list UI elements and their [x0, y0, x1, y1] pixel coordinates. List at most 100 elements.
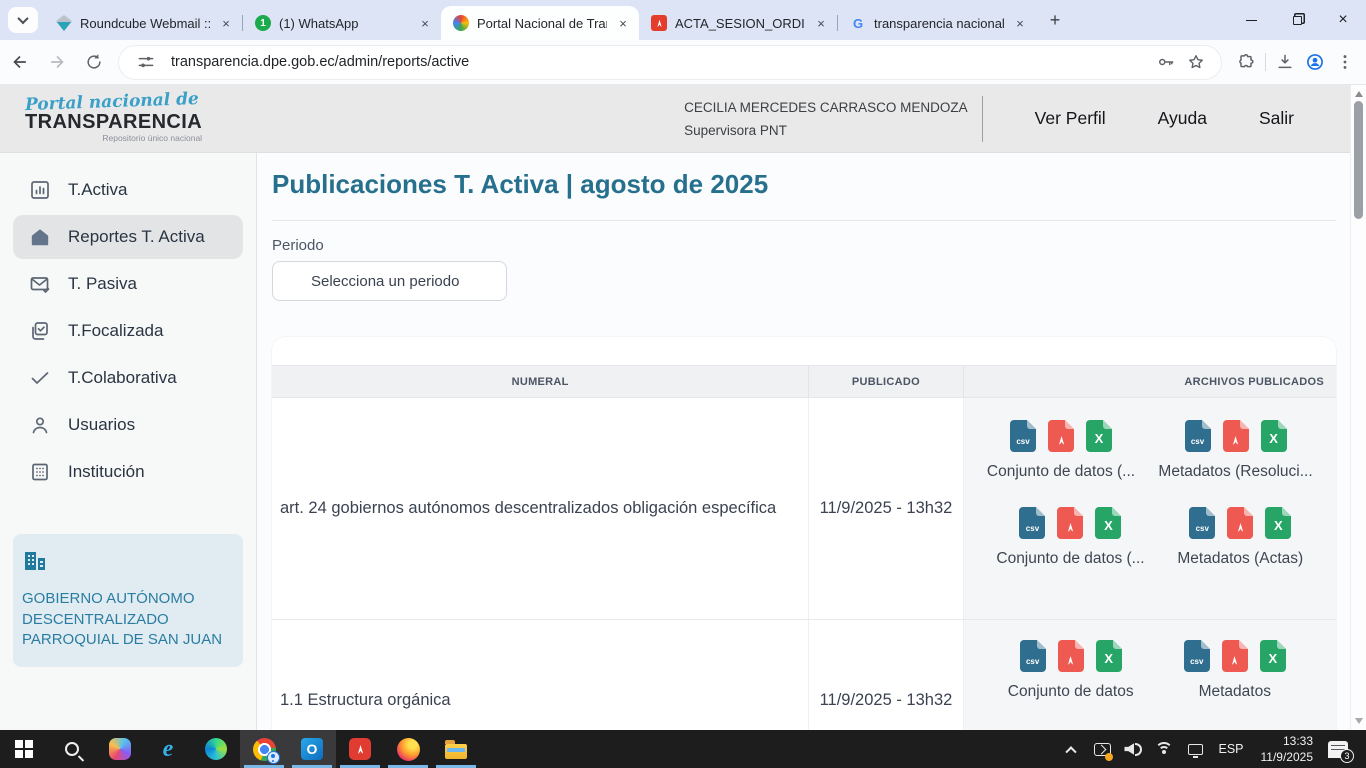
csv-file-icon[interactable]: csv — [1010, 420, 1036, 452]
period-select-value: Selecciona un periodo — [311, 273, 459, 290]
menu-dots-icon[interactable] — [1330, 47, 1360, 77]
maximize-button[interactable] — [1274, 0, 1320, 40]
chrome-icon — [253, 738, 276, 761]
excel-file-icon[interactable]: X — [1086, 420, 1112, 452]
close-window-button[interactable] — [1320, 0, 1366, 40]
system-tray: ESP 13:33 11/9/2025 3 — [1059, 730, 1366, 768]
csv-file-icon[interactable]: csv — [1189, 507, 1215, 539]
close-tab-icon[interactable] — [615, 15, 631, 31]
csv-file-icon[interactable]: csv — [1019, 507, 1045, 539]
sidebar-item-reportes-t-activa[interactable]: Reportes T. Activa — [13, 215, 243, 259]
tab-google-search[interactable]: G transparencia nacional 2.0 - — [838, 6, 1036, 40]
excel-glyph: X — [1095, 431, 1104, 446]
excel-file-icon[interactable]: X — [1261, 420, 1287, 452]
file-group[interactable]: csv X Metadatos (Actas) — [1177, 507, 1303, 568]
taskbar-copilot-button[interactable] — [96, 730, 144, 768]
close-tab-icon[interactable] — [813, 15, 829, 31]
tab-portal-active[interactable]: Portal Nacional de Transpare — [441, 6, 639, 40]
link-salir[interactable]: Salir — [1259, 108, 1294, 129]
pdf-file-icon[interactable] — [1227, 507, 1253, 539]
pdf-file-icon[interactable] — [1048, 420, 1074, 452]
scroll-up-icon[interactable] — [1355, 91, 1363, 97]
sidebar-item-t-pasiva[interactable]: T. Pasiva — [13, 262, 243, 306]
edge-icon — [205, 738, 227, 760]
clock-time: 13:33 — [1261, 733, 1314, 749]
copilot-icon — [109, 738, 131, 760]
link-ver-perfil[interactable]: Ver Perfil — [1035, 108, 1106, 129]
close-tab-icon[interactable] — [1012, 15, 1028, 31]
taskbar-search-button[interactable] — [48, 730, 96, 768]
taskbar-firefox-button[interactable] — [384, 730, 432, 768]
language-indicator[interactable]: ESP — [1214, 742, 1247, 756]
downloads-icon[interactable] — [1270, 47, 1300, 77]
institution-card[interactable]: GOBIERNO AUTÓNOMO DESCENTRALIZADO PARROQ… — [13, 534, 243, 667]
close-tab-icon[interactable] — [417, 15, 433, 31]
address-bar[interactable]: transparencia.dpe.gob.ec/admin/reports/a… — [119, 46, 1221, 79]
taskbar-edge-button[interactable] — [192, 730, 240, 768]
taskbar-explorer-button[interactable] — [432, 730, 480, 768]
pdf-file-icon[interactable] — [1223, 420, 1249, 452]
file-group[interactable]: csv X Conjunto de datos (... — [996, 507, 1144, 568]
tray-network-button[interactable] — [1152, 730, 1176, 768]
csv-file-icon[interactable]: csv — [1184, 640, 1210, 672]
taskbar-chrome-button[interactable] — [240, 730, 288, 768]
excel-file-icon[interactable]: X — [1096, 640, 1122, 672]
back-button[interactable] — [3, 45, 37, 79]
url-text[interactable]: transparencia.dpe.gob.ec/admin/reports/a… — [171, 54, 1151, 70]
sidebar-item-t-colaborativa[interactable]: T.Colaborativa — [13, 356, 243, 400]
tray-cast-button[interactable] — [1090, 730, 1114, 768]
pdf-file-icon[interactable] — [1222, 640, 1248, 672]
file-group[interactable]: csv X Metadatos (Resoluci... — [1158, 420, 1312, 481]
csv-file-icon[interactable]: csv — [1185, 420, 1211, 452]
restore-icon — [1293, 16, 1302, 25]
sidebar-item-t-focalizada[interactable]: T.Focalizada — [13, 309, 243, 353]
tab-roundcube[interactable]: Roundcube Webmail :: Entra — [44, 6, 242, 40]
page-scrollbar[interactable] — [1350, 85, 1366, 730]
scroll-down-icon[interactable] — [1355, 718, 1363, 724]
tab-whatsapp[interactable]: 1 (1) WhatsApp — [243, 6, 441, 40]
reload-button[interactable] — [77, 45, 111, 79]
taskbar-ie-button[interactable]: e — [144, 730, 192, 768]
sidebar-label: T.Colaborativa — [68, 368, 177, 388]
new-tab-button[interactable] — [1042, 7, 1068, 33]
csv-file-icon[interactable]: csv — [1020, 640, 1046, 672]
scrollbar-thumb[interactable] — [1354, 101, 1363, 219]
sidebar-item-usuarios[interactable]: Usuarios — [13, 403, 243, 447]
sidebar-item-institucion[interactable]: Institución — [13, 450, 243, 494]
link-ayuda[interactable]: Ayuda — [1158, 108, 1207, 129]
bar-chart-icon — [29, 179, 51, 201]
tray-volume-button[interactable] — [1121, 730, 1145, 768]
file-group[interactable]: csv X Conjunto de datos — [1008, 640, 1134, 701]
forward-button[interactable] — [40, 45, 74, 79]
main-content: Publicaciones T. Activa | agosto de 2025… — [257, 153, 1350, 730]
sidebar-item-t-activa[interactable]: T.Activa — [13, 168, 243, 212]
password-key-icon[interactable] — [1151, 47, 1181, 77]
excel-file-icon[interactable]: X — [1260, 640, 1286, 672]
taskbar-outlook-button[interactable]: O — [288, 730, 336, 768]
notification-center-button[interactable]: 3 — [1326, 730, 1350, 768]
close-tab-icon[interactable] — [218, 15, 234, 31]
tune-icon[interactable] — [131, 47, 161, 77]
taskbar-clock[interactable]: 13:33 11/9/2025 — [1255, 733, 1320, 765]
taskbar-acrobat-button[interactable] — [336, 730, 384, 768]
extensions-icon[interactable] — [1231, 47, 1261, 77]
bookmark-star-icon[interactable] — [1181, 47, 1211, 77]
pdf-file-icon[interactable] — [1058, 640, 1084, 672]
period-select[interactable]: Selecciona un periodo — [272, 261, 507, 301]
tab-acta-pdf[interactable]: ACTA_SESION_ORDINARIA.p — [639, 6, 837, 40]
title-divider — [272, 220, 1336, 221]
pdf-file-icon[interactable] — [1057, 507, 1083, 539]
tray-expand-button[interactable] — [1059, 730, 1083, 768]
outlook-icon: O — [301, 738, 323, 760]
tab-search-button[interactable] — [8, 7, 38, 33]
excel-file-icon[interactable]: X — [1095, 507, 1121, 539]
start-button[interactable] — [0, 730, 48, 768]
file-group[interactable]: csv X Conjunto de datos (... — [987, 420, 1135, 481]
minimize-button[interactable] — [1228, 0, 1274, 40]
monitor-icon — [1188, 744, 1203, 755]
file-group[interactable]: csv X Metadatos — [1178, 640, 1292, 701]
tray-display-button[interactable] — [1183, 730, 1207, 768]
close-icon — [1338, 11, 1347, 29]
profile-icon[interactable] — [1300, 47, 1330, 77]
excel-file-icon[interactable]: X — [1265, 507, 1291, 539]
